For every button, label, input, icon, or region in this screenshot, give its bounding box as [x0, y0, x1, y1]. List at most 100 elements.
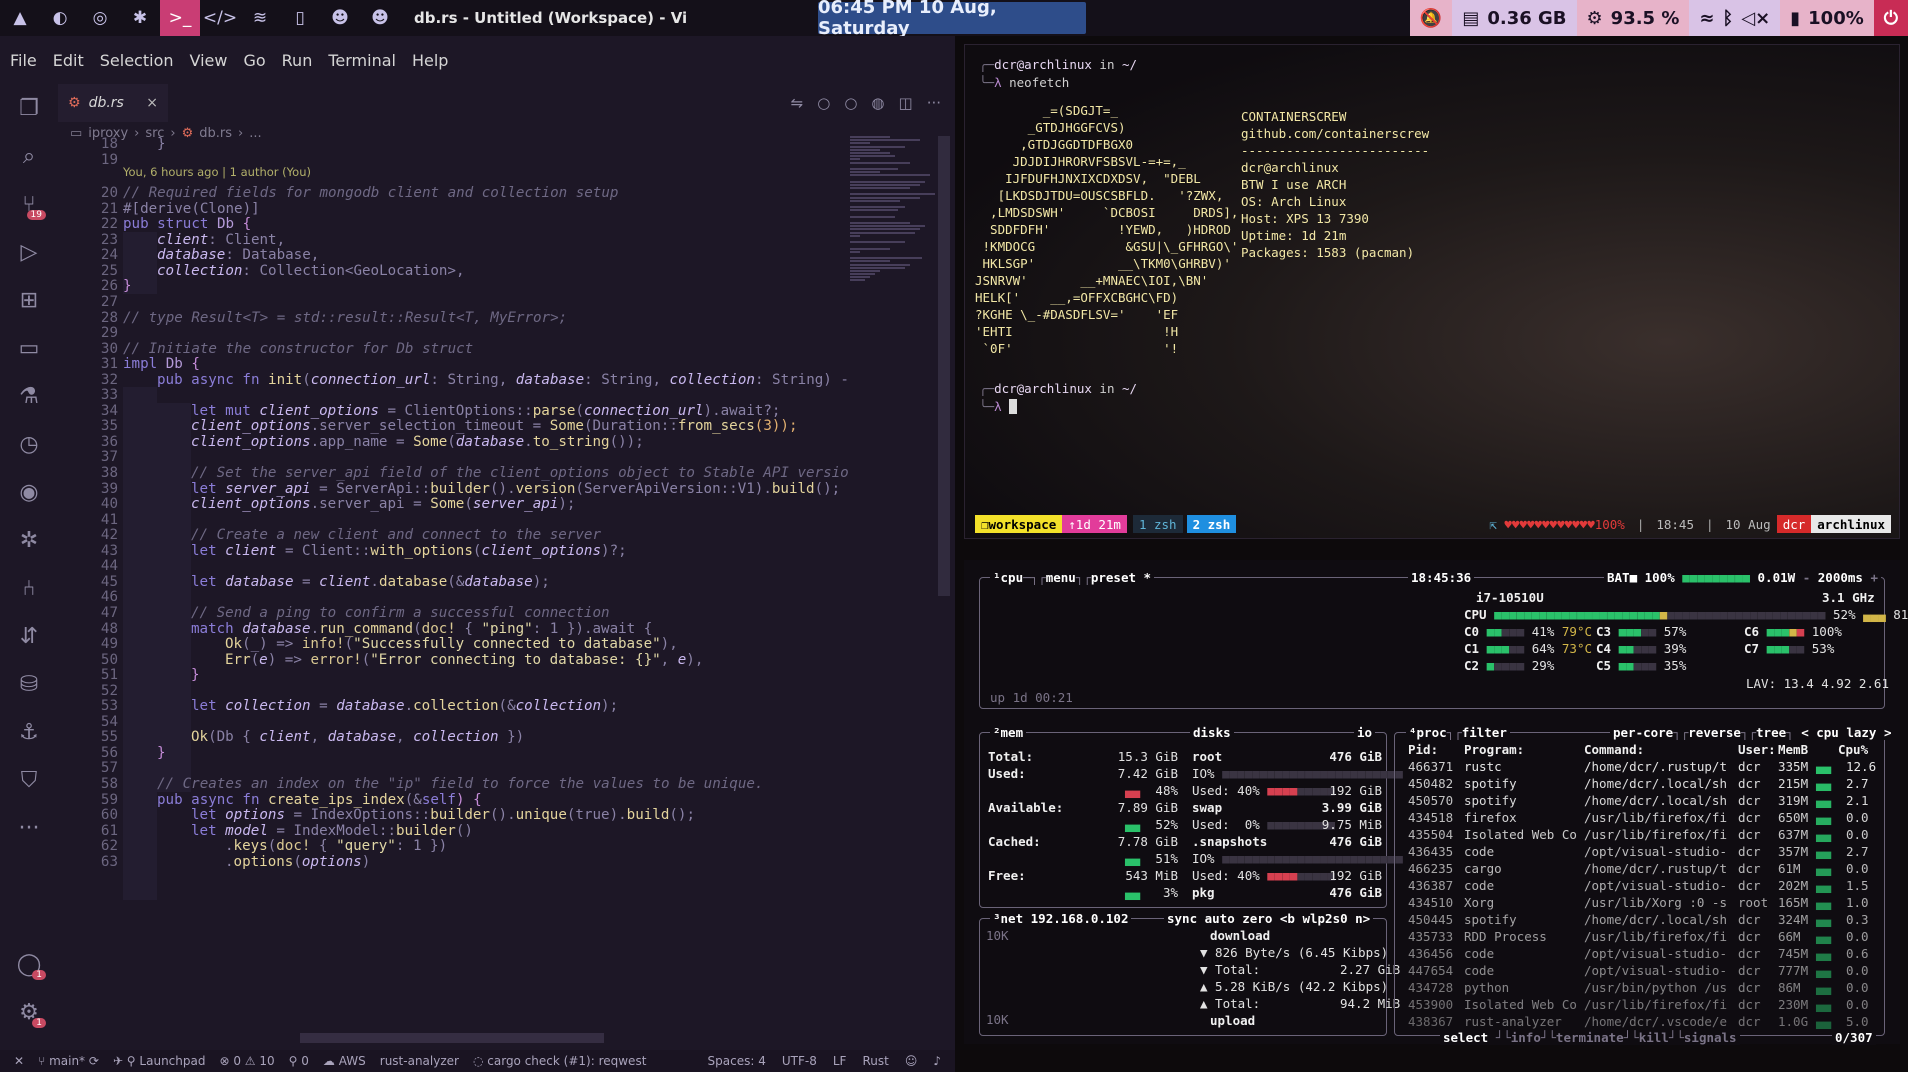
menu-edit[interactable]: Edit — [53, 51, 84, 70]
gitlens-blame-icon[interactable]: ◍ — [871, 94, 884, 112]
copilot-icon[interactable]: ☺ — [905, 1054, 918, 1068]
indent-status[interactable]: Spaces: 4 — [708, 1054, 766, 1068]
prev-change-icon[interactable]: ○ — [817, 94, 830, 112]
pull-requests-icon[interactable]: ⇵ — [0, 612, 58, 660]
chrome-icon[interactable]: ◎ — [80, 0, 120, 36]
search-icon[interactable]: ⌕ — [0, 132, 58, 180]
account-icon[interactable]: ◯ 1 — [0, 940, 58, 988]
compare-icon[interactable]: ⇋ — [791, 94, 804, 112]
cpu-tabs[interactable]: ¹cpu─┐┌menu┐┌preset * — [990, 570, 1155, 585]
io-toggle[interactable]: io — [1354, 725, 1376, 740]
tray-icons[interactable]: ≈ ᛒ ◁× — [1689, 0, 1780, 36]
code-line[interactable]: .options(options) — [225, 854, 370, 870]
code-line[interactable]: let server_api = ServerApi::builder().ve… — [191, 481, 840, 497]
rust-analyzer-status[interactable]: rust-analyzer — [380, 1054, 459, 1068]
remote-icon[interactable]: ✕ — [14, 1054, 24, 1068]
explorer-icon[interactable]: ❐ — [0, 84, 58, 132]
code-line[interactable]: database: Database, — [157, 247, 319, 263]
battery-widget[interactable]: ▮ 100% — [1780, 0, 1874, 36]
tmux-window-2[interactable]: 2 zsh — [1186, 515, 1237, 533]
minimap[interactable] — [850, 136, 942, 356]
cpu-widget[interactable]: ⚙ 93.5 % — [1576, 0, 1690, 36]
code-line[interactable]: let collection = database.collection(&co… — [191, 698, 618, 714]
code-line[interactable]: client_options.app_name = Some(database.… — [191, 434, 644, 450]
code-line[interactable]: let client = Client::with_options(client… — [191, 543, 627, 559]
notifications-icon[interactable]: ♪ — [933, 1054, 941, 1068]
more-icon[interactable]: ··· — [0, 804, 58, 852]
kubernetes-icon[interactable]: ✲ — [0, 516, 58, 564]
code-editor[interactable]: 18} 19 20 // Required fields for mongodb cl… — [58, 136, 848, 1026]
code-line[interactable]: #[derive(Clone)] — [123, 201, 260, 217]
remote-explorer-icon[interactable]: ▭ — [0, 324, 58, 372]
code-line[interactable]: let database = client.database(&database… — [191, 574, 550, 590]
run-debug-icon[interactable]: ▷ — [0, 228, 58, 276]
code-line[interactable]: // Send a ping to confirm a successful c… — [191, 605, 610, 621]
net-tabs[interactable]: sync auto zero <b wlp2s0 n> — [1164, 911, 1374, 926]
gitlens-icon[interactable]: ◉ — [0, 468, 58, 516]
memory-widget[interactable]: ▤ 0.36 GB — [1452, 0, 1576, 36]
code-line[interactable]: } — [157, 745, 166, 761]
arch-icon[interactable]: ▲ — [0, 0, 40, 36]
proc-title[interactable]: ⁴proc┐┌filter — [1406, 725, 1510, 740]
prompt-input[interactable]: ╰─λ ▌ — [979, 399, 1017, 414]
menu-go[interactable]: Go — [243, 51, 265, 70]
clock[interactable]: 06:45 PM 10 Aug, Saturday — [818, 0, 1086, 39]
shield-icon[interactable]: ⛉ — [0, 756, 58, 804]
code-line[interactable]: } — [123, 278, 132, 294]
slack-icon[interactable]: ✱ — [120, 0, 160, 36]
proc-options[interactable]: per-core┐┌reverse┐┌tree┐ < cpu lazy > — [1610, 725, 1895, 740]
code-line[interactable]: .keys(doc! { "query": 1 }) — [225, 838, 447, 854]
next-change-icon[interactable]: ○ — [844, 94, 857, 112]
mute-icon[interactable]: ◁× — [1741, 8, 1770, 29]
code-line[interactable]: let mut client_options = ClientOptions::… — [191, 403, 780, 419]
spotify-icon[interactable]: ≋ — [240, 0, 280, 36]
language-status[interactable]: Rust — [862, 1054, 888, 1068]
terminal-neofetch[interactable]: ╭─dcr@archlinux in ~/ ╰─λ neofetch _=(SD… — [964, 44, 1900, 539]
code-line[interactable]: // Required fields for mongodb client an… — [123, 185, 618, 201]
discord-icon[interactable]: ☻ — [320, 0, 360, 36]
code-line[interactable]: // type Result<T> = std::result::Result<… — [123, 310, 567, 326]
bluetooth-icon[interactable]: ᛒ — [1722, 8, 1733, 29]
split-editor-icon[interactable]: ◫ — [899, 94, 913, 112]
cargo-status[interactable]: ◌ cargo check (#1): reqwest — [473, 1054, 646, 1068]
code-line[interactable]: } — [157, 136, 166, 152]
git-blame-annotation[interactable]: You, 6 hours ago | 1 author (You) — [123, 165, 311, 179]
launchpad-status[interactable]: ✈ ⚲ Launchpad — [113, 1054, 206, 1068]
editor-scrollbar[interactable] — [938, 136, 950, 596]
encoding-status[interactable]: UTF-8 — [782, 1054, 817, 1068]
menu-selection[interactable]: Selection — [100, 51, 174, 70]
proc-footer[interactable]: select ┘└info┘└terminate┘└kill┘└signals — [1440, 1030, 1740, 1045]
close-icon[interactable]: × — [146, 95, 158, 111]
problems-status[interactable]: ⊗ 0 ⚠ 10 — [219, 1054, 274, 1068]
wifi-icon[interactable]: ≈ — [1699, 8, 1714, 29]
code-line[interactable]: let model = IndexModel::builder() — [191, 823, 473, 839]
power-icon[interactable]: ⏻ — [1873, 0, 1908, 36]
docker-icon[interactable]: ⚓ — [0, 708, 58, 756]
source-control-icon[interactable]: ⑂ 19 — [0, 180, 58, 228]
menu-run[interactable]: Run — [282, 51, 313, 70]
code-line[interactable]: match database.run_command(doc! { "ping"… — [191, 621, 652, 637]
ports-status[interactable]: ⚲ 0 — [289, 1054, 309, 1068]
aws-status[interactable]: ☁ AWS — [323, 1054, 366, 1068]
net-title[interactable]: ³net 192.168.0.102 — [990, 911, 1132, 926]
testing-icon[interactable]: ⚗ — [0, 372, 58, 420]
code-line[interactable]: // Create a new client and connect to th… — [191, 527, 601, 543]
code-line[interactable]: collection: Collection<GeoLocation>, — [157, 263, 465, 279]
notification-icon[interactable]: 🔕 — [1409, 0, 1453, 36]
code-line[interactable]: let options = IndexOptions::builder().un… — [191, 807, 695, 823]
code-line[interactable]: client_options.server_selection_timeout … — [191, 418, 798, 434]
discord-icon[interactable]: ☻ — [360, 0, 400, 36]
process-table[interactable]: Pid: Program: Command: User: MemB Cpu% 466371 r… — [1408, 742, 1878, 1029]
git-graph-icon[interactable]: ⑃ — [0, 564, 58, 612]
code-line[interactable]: Ok(_) => info!("Successfully connected t… — [225, 636, 678, 652]
branch-status[interactable]: ⑂ main* ⟳ — [38, 1054, 99, 1068]
menu-help[interactable]: Help — [412, 51, 448, 70]
menu-file[interactable]: File — [10, 51, 37, 70]
disks-title[interactable]: disks — [1190, 725, 1234, 740]
database-icon[interactable]: ⛁ — [0, 660, 58, 708]
code-icon[interactable]: </> — [200, 0, 240, 36]
btop-monitor[interactable]: ¹cpu─┐┌menu┐┌preset * 18:45:36 BAT■ 100%… — [964, 560, 1908, 1045]
code-line[interactable]: // Initiate the constructor for Db struc… — [123, 341, 473, 357]
moon-icon[interactable]: ◐ — [40, 0, 80, 36]
code-line[interactable]: pub async fn create_ips_index(&self) { — [157, 792, 482, 808]
